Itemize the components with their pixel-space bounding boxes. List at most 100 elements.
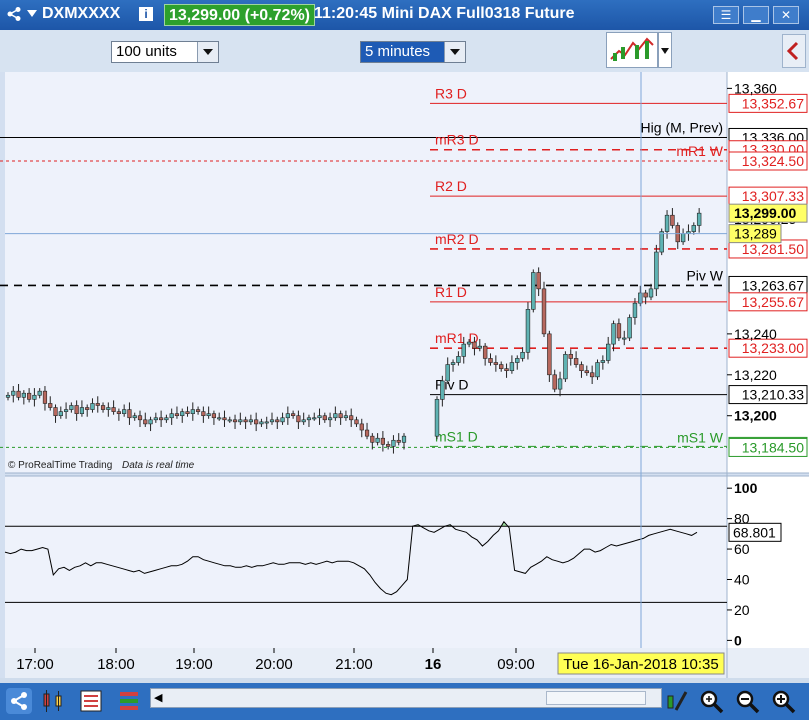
candle-body	[343, 415, 349, 419]
candle-body	[338, 413, 343, 419]
candle-body	[48, 403, 53, 408]
time-scrollbar[interactable]: ◀	[150, 688, 662, 708]
candle-body	[201, 411, 206, 417]
candle-body	[291, 413, 296, 417]
candle-body	[127, 409, 132, 419]
candle-body	[211, 413, 217, 419]
close-button[interactable]: ✕	[773, 6, 799, 24]
candle-body	[616, 323, 622, 339]
candle-body	[391, 439, 396, 447]
candle-body	[259, 421, 264, 425]
candle-body	[595, 362, 600, 378]
candle-body	[611, 323, 616, 345]
candle-body	[380, 437, 385, 445]
candle-body	[531, 272, 536, 310]
level-label-9: 13,210.33	[742, 387, 804, 403]
price-chart[interactable]: R3 DHig (M, Prev)mR3 DmR1 WR2 DmR2 DPiv …	[0, 72, 809, 678]
chevron-down-icon[interactable]	[444, 42, 465, 62]
candle-body	[605, 343, 611, 361]
candle-body	[386, 444, 391, 447]
side-panel-toggle[interactable]	[782, 34, 806, 68]
cursor-time-label: Tue 16-Jan-2018 10:35	[563, 656, 718, 673]
candle-body	[547, 333, 552, 376]
candle-body	[248, 419, 253, 423]
rsi-tick-label-2: 60	[734, 541, 750, 557]
info-icon[interactable]: i	[139, 7, 153, 21]
candle-body	[541, 288, 547, 335]
candle-body	[509, 362, 515, 372]
candle-body	[349, 415, 354, 421]
rsi-tick-label-4: 20	[734, 602, 750, 618]
candle-body	[557, 378, 563, 390]
time-label-2: 19:00	[175, 656, 213, 673]
layers-icon[interactable]	[116, 688, 142, 714]
chart-area[interactable]: R3 D Hig (M, Prev) mR3 DmR1 W R2 DmR2 D Piv …	[0, 72, 809, 678]
chevron-down-icon[interactable]	[197, 42, 218, 62]
candle-body	[106, 407, 111, 410]
scroll-left-icon[interactable]: ◀	[154, 691, 162, 704]
minimize-button[interactable]: ▁	[743, 6, 769, 24]
candle-body	[461, 343, 466, 357]
candlestick-icon[interactable]	[40, 688, 66, 714]
price-tick-label-1: 13,240	[734, 326, 777, 342]
zoom-out-icon[interactable]	[734, 688, 760, 714]
candle-body	[100, 405, 106, 410]
candle-body	[552, 374, 557, 390]
level-label-7: 13,255.67	[742, 294, 804, 310]
level-name-9: Piv D	[435, 377, 468, 393]
candle-body	[317, 415, 322, 419]
candle-body	[327, 417, 333, 421]
scroll-thumb[interactable]	[546, 691, 646, 705]
level-label-5: 13,281.50	[742, 241, 804, 257]
drawing-tool-icon[interactable]	[664, 688, 690, 714]
candle-body	[148, 419, 153, 425]
candle-body	[520, 351, 525, 359]
price-badge-1: 13,289	[734, 226, 777, 242]
rsi-tick-label-5: 0	[734, 632, 742, 648]
title-bar: DXMXXXX i 13,299.00 (+0.72%) 11:20:45 Mi…	[0, 0, 809, 30]
candle-body	[90, 403, 95, 410]
level-label-6: 13,263.67	[742, 277, 804, 293]
zoom-in-icon[interactable]	[770, 688, 796, 714]
candle-body	[477, 345, 482, 349]
candle-body	[85, 407, 90, 410]
compare-icon[interactable]	[78, 688, 104, 714]
candle-body	[243, 419, 248, 423]
price-tick-label-3: 13,200	[734, 408, 777, 424]
copyright-text: © ProRealTime Trading	[8, 460, 112, 471]
candle-body	[159, 417, 164, 421]
candle-body	[498, 364, 504, 369]
candle-body	[563, 354, 568, 380]
candle-body	[143, 419, 148, 425]
candle-body	[180, 411, 185, 417]
candle-body	[27, 392, 32, 400]
candle-body	[254, 419, 259, 425]
quantity-select[interactable]: 100 units	[111, 41, 219, 63]
candle-body	[568, 354, 573, 359]
instrument-symbol[interactable]: DXMXXXX	[42, 5, 120, 23]
rsi-tick-label-3: 40	[734, 572, 750, 588]
candle-body	[504, 368, 509, 372]
share-icon[interactable]	[6, 688, 32, 714]
candle-body	[132, 415, 137, 419]
dropdown-icon[interactable]	[26, 9, 38, 19]
share-icon[interactable]	[6, 6, 22, 22]
candle-body	[627, 317, 632, 339]
window-menu-button[interactable]: ☰	[713, 6, 739, 24]
level-name-7: R1 D	[435, 284, 467, 300]
level-name-3: mR1 W	[676, 143, 723, 159]
level-name-6: Piv W	[686, 267, 723, 283]
candle-body	[654, 251, 659, 290]
candle-body	[232, 419, 238, 423]
timeframe-select-value: 5 minutes	[365, 43, 431, 60]
indicators-button[interactable]	[606, 32, 658, 68]
candle-body	[11, 390, 16, 396]
candle-body	[32, 394, 37, 400]
timeframe-select[interactable]: 5 minutes	[360, 41, 466, 63]
chart-toolbar: 100 units 5 minutes	[0, 30, 809, 73]
candle-body	[573, 358, 579, 365]
level-name-4: R2 D	[435, 178, 467, 194]
indicators-dropdown[interactable]	[658, 32, 672, 68]
candle-body	[456, 356, 461, 363]
zoom-fit-icon[interactable]	[698, 688, 724, 714]
